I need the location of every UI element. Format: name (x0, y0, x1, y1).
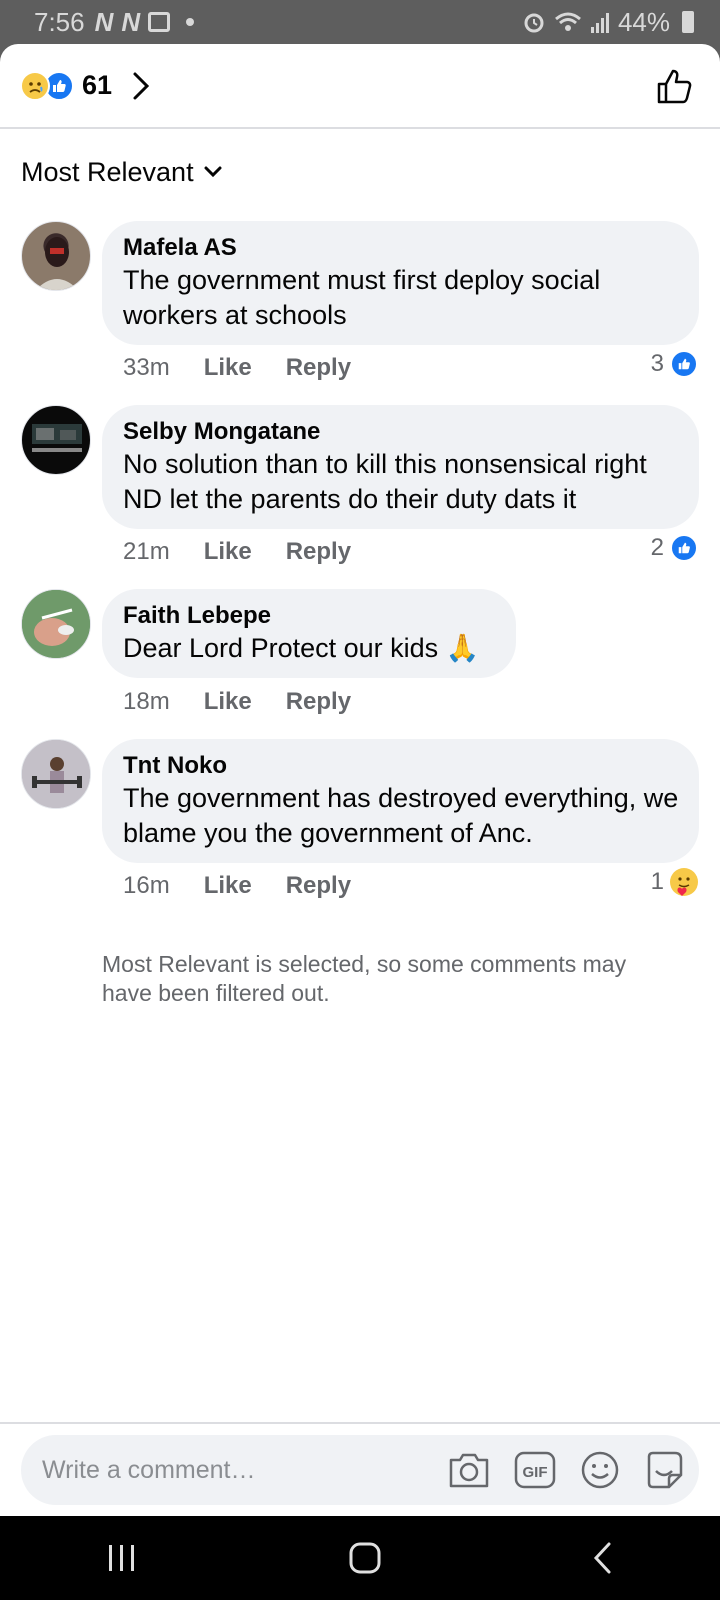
signal-icon (590, 13, 609, 33)
notification-n-icon: N (121, 6, 140, 37)
comment-text: No solution than to kill this nonsensica… (123, 449, 647, 514)
comment-meta: 18m Like Reply (123, 688, 351, 716)
back-icon[interactable] (591, 1541, 615, 1575)
comments-sheet: 61 Most Relevant Mafela AS The governmen… (0, 44, 720, 1516)
status-time: 7:56 (34, 6, 85, 37)
like-button[interactable]: Like (204, 538, 252, 566)
emoji-icon[interactable] (579, 1449, 621, 1491)
home-icon[interactable] (348, 1541, 382, 1575)
notification-n-icon: N (94, 6, 114, 37)
like-icon (670, 534, 698, 562)
comment-time: 16m (123, 872, 170, 899)
battery-icon (682, 11, 694, 33)
reactions-header: 61 (0, 44, 720, 129)
comment-bubble[interactable]: Faith Lebepe Dear Lord Protect our kids … (102, 589, 516, 678)
like-icon (670, 350, 698, 378)
camera-icon[interactable] (447, 1450, 491, 1490)
comment-reactions[interactable]: 2 (651, 534, 698, 562)
comment-author[interactable]: Faith Lebepe (123, 601, 496, 631)
comment-author[interactable]: Tnt Noko (123, 751, 679, 781)
comment-bubble[interactable]: Tnt Noko The government has destroyed ev… (102, 739, 699, 863)
comment-reactions[interactable]: 3 (651, 350, 698, 378)
system-nav-bar (0, 1516, 720, 1600)
comment-text: The government must first deploy social … (123, 265, 601, 330)
svg-text:GIF: GIF (523, 1464, 548, 1481)
alarm-icon (524, 13, 544, 33)
comment-author[interactable]: Selby Mongatane (123, 417, 679, 447)
comment-meta: 16m Like Reply (123, 872, 351, 900)
gif-icon[interactable]: GIF (513, 1450, 557, 1490)
comment-bubble[interactable]: Mafela AS The government must first depl… (102, 221, 699, 345)
avatar[interactable] (21, 589, 91, 659)
avatar[interactable] (21, 405, 91, 475)
gallery-icon (148, 12, 171, 32)
like-button[interactable]: Like (204, 354, 252, 382)
filtered-note: Most Relevant is selected, so some comme… (102, 951, 627, 1006)
dot-icon (186, 18, 195, 26)
divider (0, 1422, 720, 1424)
reply-button[interactable]: Reply (286, 688, 351, 716)
like-button[interactable]: Like (204, 688, 252, 716)
comment-time: 18m (123, 688, 170, 715)
battery-percent: 44% (617, 6, 670, 37)
reply-button[interactable]: Reply (286, 354, 351, 382)
comment-composer[interactable]: Write a comment… GIF (21, 1435, 699, 1505)
comment-time: 33m (123, 354, 170, 381)
comment-reaction-count: 3 (650, 350, 664, 377)
comment-reaction-count: 1 (650, 868, 664, 895)
reaction-count: 61 (82, 70, 113, 100)
chevron-right-icon (133, 72, 150, 99)
like-outline-icon[interactable] (656, 67, 694, 105)
comment-reactions[interactable]: 1 (651, 868, 698, 896)
comment-reaction-count: 2 (650, 534, 664, 561)
wifi-icon (554, 12, 581, 31)
comment-text: The government has destroyed everything,… (123, 783, 679, 848)
recents-icon[interactable] (105, 1543, 139, 1573)
comment-meta: 21m Like Reply (123, 538, 351, 566)
reply-button[interactable]: Reply (286, 872, 351, 900)
comment-author[interactable]: Mafela AS (123, 233, 679, 263)
comment-time: 21m (123, 538, 170, 565)
sad-emoji-icon (20, 70, 50, 101)
care-icon (670, 868, 698, 896)
comment-text: Dear Lord Protect our kids 🙏 (123, 633, 480, 663)
reaction-summary[interactable]: 61 (20, 70, 150, 101)
reply-button[interactable]: Reply (286, 538, 351, 566)
comment-bubble[interactable]: Selby Mongatane No solution than to kill… (102, 405, 699, 529)
comment-input[interactable]: Write a comment… (42, 1456, 447, 1485)
status-bar: 7:56 N N 44% (0, 0, 720, 44)
sort-dropdown[interactable]: Most Relevant (0, 129, 720, 215)
chevron-down-icon (204, 166, 222, 178)
sticker-icon[interactable] (643, 1449, 685, 1491)
like-button[interactable]: Like (204, 872, 252, 900)
sort-label: Most Relevant (21, 156, 194, 187)
avatar[interactable] (21, 221, 91, 291)
avatar[interactable] (21, 739, 91, 809)
comment-meta: 33m Like Reply (123, 354, 351, 382)
